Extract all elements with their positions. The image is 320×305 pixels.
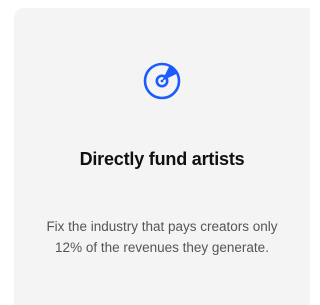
feature-title: Directly fund artists [79,149,245,169]
feature-card: Directly fund artists Fix the industry t… [14,8,310,305]
feature-icon-wrap [14,61,310,101]
feature-description: Fix the industry that pays creators only… [46,219,278,255]
vinyl-record-icon [143,62,181,100]
